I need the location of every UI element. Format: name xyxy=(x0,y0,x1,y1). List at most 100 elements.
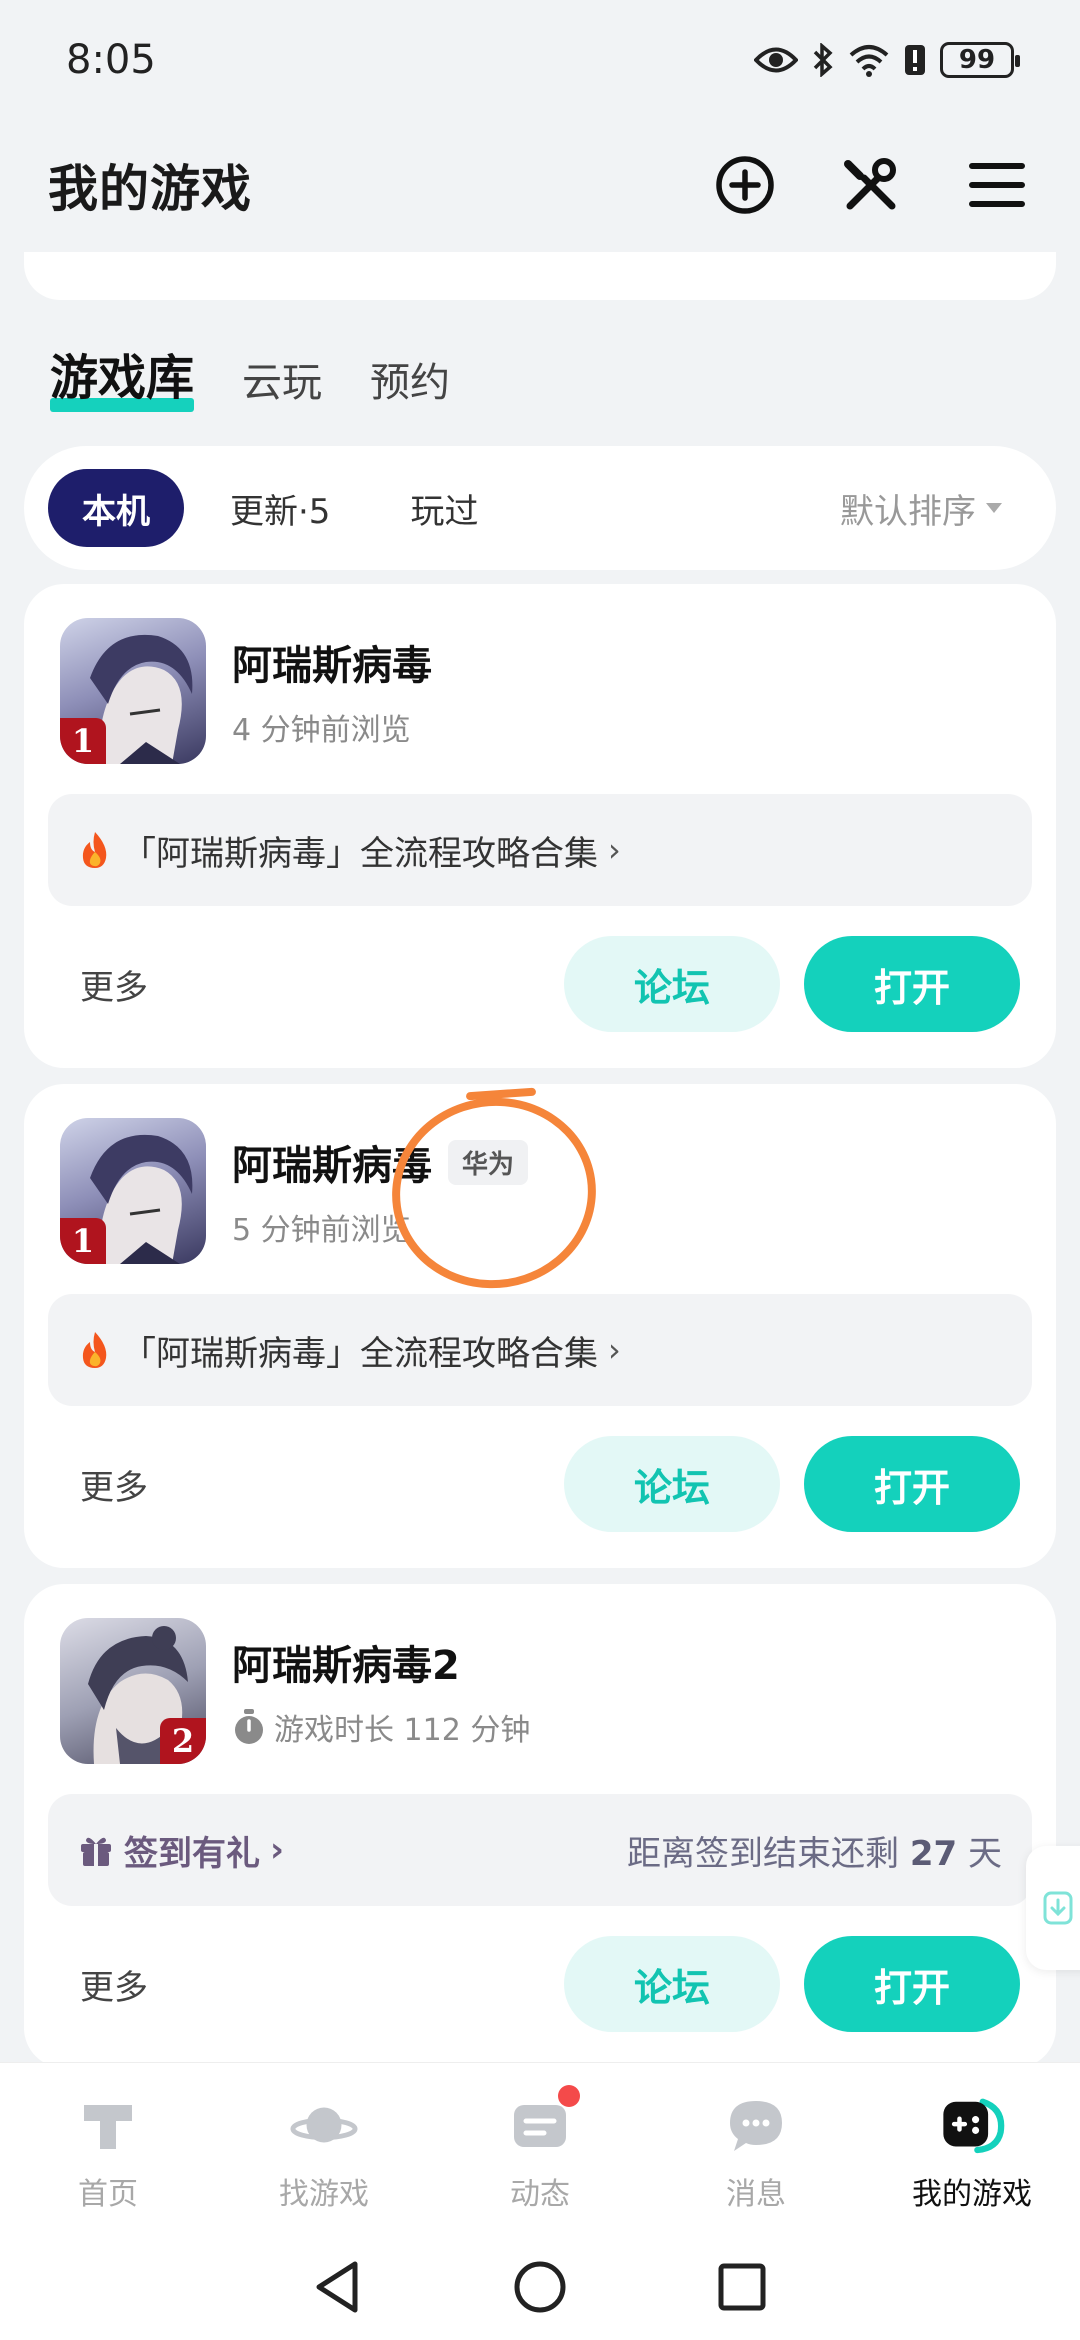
countdown-suffix: 天 xyxy=(968,1833,1002,1874)
forum-button[interactable]: 论坛 xyxy=(564,1936,780,2032)
battery-indicator: 99 xyxy=(940,42,1020,78)
filter-bar: 本机 更新·5 玩过 默认排序 xyxy=(24,446,1056,570)
card-actions: 更多 论坛 打开 xyxy=(24,1436,1056,1532)
plus-circle-icon xyxy=(716,156,774,214)
checkin-banner[interactable]: 签到有礼 › 距离签到结束还剩 27 天 xyxy=(48,1794,1032,1906)
open-button[interactable]: 打开 xyxy=(804,936,1020,1032)
battery-level: 99 xyxy=(958,45,996,75)
flame-icon xyxy=(82,832,107,868)
checkin-countdown: 距离签到结束还剩 27 天 xyxy=(627,1826,1002,1875)
playtime-text: 游戏时长 112 分钟 xyxy=(274,1713,531,1748)
series-number-badge: 2 xyxy=(160,1718,206,1764)
gift-icon xyxy=(81,1837,111,1866)
eye-icon xyxy=(754,47,798,73)
flame-icon xyxy=(82,1332,107,1368)
header-actions xyxy=(714,154,1028,216)
filter-chip-played[interactable]: 玩过 xyxy=(376,469,512,547)
more-button[interactable]: 更多 xyxy=(80,960,148,1009)
card-actions: 更多 论坛 打开 xyxy=(24,936,1056,1032)
filter-chip-local[interactable]: 本机 xyxy=(48,469,184,547)
nav-item-messages[interactable]: 消息 xyxy=(648,2063,864,2234)
tab-library[interactable]: 游戏库 xyxy=(50,338,195,414)
checkin-label: 签到有礼 xyxy=(124,1833,260,1874)
series-number-badge: 1 xyxy=(60,1218,106,1264)
open-button[interactable]: 打开 xyxy=(804,1936,1020,2032)
nav-label: 消息 xyxy=(726,2177,786,2212)
bluetooth-icon xyxy=(813,43,833,77)
status-bar: 8:05 99 xyxy=(0,0,1080,120)
nav-item-discover[interactable]: 找游戏 xyxy=(216,2063,432,2234)
gamepad-icon xyxy=(938,2091,1006,2159)
floating-download-button[interactable] xyxy=(1026,1846,1080,1970)
sort-dropdown[interactable]: 默认排序 xyxy=(840,484,1032,533)
game-card-header[interactable]: 1 阿瑞斯病毒 4 分钟前浏览 xyxy=(60,618,432,764)
guide-link[interactable]: 「阿瑞斯病毒」全流程攻略合集 › xyxy=(48,794,1032,906)
game-name: 阿瑞斯病毒 xyxy=(232,633,432,691)
nav-item-feed[interactable]: 动态 xyxy=(432,2063,648,2234)
game-subtitle: 4 分钟前浏览 xyxy=(232,713,411,748)
planet-icon xyxy=(290,2091,358,2159)
game-subtitle: 游戏时长 112 分钟 xyxy=(232,1705,530,1749)
menu-button[interactable] xyxy=(966,154,1028,216)
game-name-text: 阿瑞斯病毒2 xyxy=(232,1643,460,1689)
chevron-right-icon: › xyxy=(608,1331,621,1369)
game-icon[interactable]: 1 xyxy=(60,618,206,764)
nav-label: 首页 xyxy=(78,2177,138,2212)
game-name-text: 阿瑞斯病毒 xyxy=(232,643,432,689)
chat-bubble-icon xyxy=(722,2091,790,2159)
hamburger-menu-icon xyxy=(969,163,1025,207)
filter-chip-updates[interactable]: 更新·5 xyxy=(196,469,364,547)
notification-dot xyxy=(558,2085,580,2107)
recents-square-icon[interactable] xyxy=(717,2262,767,2312)
sort-label: 默认排序 xyxy=(840,491,976,532)
library-tabs: 游戏库 云玩 预约 xyxy=(50,338,450,414)
back-triangle-icon[interactable] xyxy=(313,2260,363,2314)
nav-item-my-games[interactable]: 我的游戏 xyxy=(864,2063,1080,2234)
card-actions: 更多 论坛 打开 xyxy=(24,1936,1056,2032)
tab-reservation[interactable]: 预约 xyxy=(370,350,450,414)
game-card: 1 阿瑞斯病毒 4 分钟前浏览 「阿瑞斯病毒」全流程攻略合集 › 更多 论坛 打… xyxy=(24,584,1056,1068)
wifi-icon xyxy=(849,45,889,77)
status-time: 8:05 xyxy=(66,37,156,83)
feed-card-icon xyxy=(506,2085,580,2159)
checkin-link[interactable]: 签到有礼 › xyxy=(78,1826,284,1875)
guide-text: 「阿瑞斯病毒」全流程攻略合集 xyxy=(122,1333,598,1374)
forum-button[interactable]: 论坛 xyxy=(564,1436,780,1532)
alert-icon xyxy=(905,45,925,75)
tools-button[interactable] xyxy=(840,154,902,216)
chevron-right-icon: › xyxy=(270,1830,285,1870)
countdown-days: 27 xyxy=(909,1833,958,1874)
system-nav-bar xyxy=(0,2234,1080,2340)
download-icon xyxy=(1043,1891,1073,1925)
home-t-icon xyxy=(74,2091,142,2159)
nav-label: 找游戏 xyxy=(279,2177,369,2212)
page-header: 我的游戏 xyxy=(0,130,1080,240)
stopwatch-icon xyxy=(235,1709,263,1744)
nav-label: 动态 xyxy=(510,2177,570,2212)
tools-icon xyxy=(844,158,896,210)
chevron-right-icon: › xyxy=(608,831,621,869)
nav-item-home[interactable]: 首页 xyxy=(0,2063,216,2234)
bottom-nav: 首页 找游戏 动态 消息 我的游戏 xyxy=(0,2062,1080,2234)
countdown-prefix: 距离签到结束还剩 xyxy=(627,1833,900,1874)
game-meta: 阿瑞斯病毒2 游戏时长 112 分钟 xyxy=(232,1633,530,1749)
forum-button[interactable]: 论坛 xyxy=(564,936,780,1032)
game-icon[interactable]: 1 xyxy=(60,1118,206,1264)
game-icon[interactable]: 2 xyxy=(60,1618,206,1764)
caret-down-icon xyxy=(986,503,1002,513)
game-name: 阿瑞斯病毒2 xyxy=(232,1633,530,1691)
tab-cloud-play[interactable]: 云玩 xyxy=(242,350,322,414)
add-game-button[interactable] xyxy=(714,154,776,216)
open-button[interactable]: 打开 xyxy=(804,1436,1020,1532)
guide-text: 「阿瑞斯病毒」全流程攻略合集 xyxy=(122,833,598,874)
nav-label: 我的游戏 xyxy=(912,2177,1032,2212)
home-circle-icon[interactable] xyxy=(513,2260,567,2314)
status-icons: 99 xyxy=(754,42,1020,78)
more-button[interactable]: 更多 xyxy=(80,1960,148,2009)
guide-link[interactable]: 「阿瑞斯病毒」全流程攻略合集 › xyxy=(48,1294,1032,1406)
page-title: 我的游戏 xyxy=(48,160,252,218)
series-number-badge: 1 xyxy=(60,718,106,764)
game-card-header[interactable]: 2 阿瑞斯病毒2 游戏时长 112 分钟 xyxy=(60,1618,530,1764)
more-button[interactable]: 更多 xyxy=(80,1460,148,1509)
collapsed-card-edge xyxy=(24,252,1056,300)
